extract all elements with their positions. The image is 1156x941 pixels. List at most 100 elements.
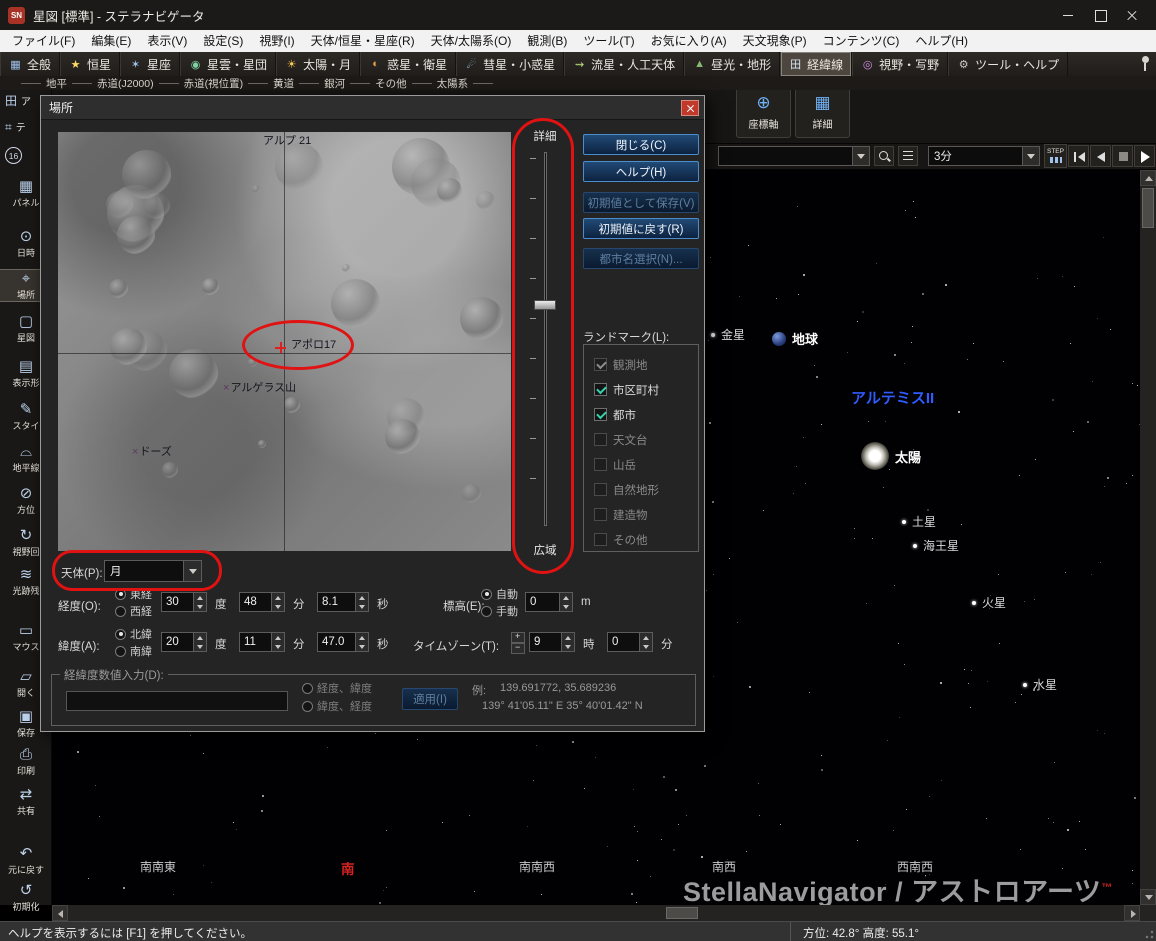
elevation-manual-radio[interactable]: 手動 xyxy=(481,604,518,618)
coord-entry-input[interactable] xyxy=(66,691,288,711)
longitude-sec-input[interactable]: 8.1 xyxy=(317,592,369,612)
minus-button[interactable] xyxy=(511,643,525,654)
spinner[interactable] xyxy=(193,633,206,651)
menu-item-11[interactable]: 天文現象(P) xyxy=(735,30,815,52)
elevation-auto-radio[interactable]: 自動 xyxy=(481,587,518,601)
latitude-deg-input[interactable]: 20 xyxy=(161,632,207,652)
time-back-fast-button[interactable] xyxy=(1068,145,1089,167)
menu-item-13[interactable]: ヘルプ(H) xyxy=(907,30,976,52)
toolbar-button-constellation[interactable]: ✶星座 xyxy=(120,52,180,76)
timezone-min-input[interactable]: 0 xyxy=(607,632,653,652)
dialog-close-button[interactable] xyxy=(681,100,699,116)
landmark-checkbox-1[interactable]: 観測地 xyxy=(594,352,698,377)
help-button[interactable]: ヘルプ(H) xyxy=(583,161,699,182)
apply-button[interactable]: 適用(I) xyxy=(402,688,458,710)
spinner[interactable] xyxy=(193,593,206,611)
latitude-north-radio[interactable]: 北緯 xyxy=(115,627,152,641)
minimize-button[interactable] xyxy=(1052,0,1084,30)
latitude-min-input[interactable]: 11 xyxy=(239,632,285,652)
latitude-south-radio[interactable]: 南緯 xyxy=(115,644,152,658)
toolbar-button-window[interactable]: ▦全般 xyxy=(0,52,60,76)
timezone-hour-input[interactable]: 9 xyxy=(529,632,575,652)
time-back-button[interactable] xyxy=(1090,145,1111,167)
toolbar-button-gear[interactable]: ⚙ツール・ヘルプ xyxy=(948,52,1068,76)
spinner[interactable] xyxy=(355,633,368,651)
celestial-object[interactable]: 土星 xyxy=(902,513,936,530)
landmark-checkbox-8[interactable]: その他 xyxy=(594,527,698,552)
dialog-titlebar[interactable]: 場所 xyxy=(41,96,704,120)
sidebar-item-17[interactable]: ⎙印刷 xyxy=(0,746,52,777)
menu-item-7[interactable]: 天体/太陽系(O) xyxy=(423,30,520,52)
landmark-checkbox-5[interactable]: 山岳 xyxy=(594,452,698,477)
sub-toolbar-item[interactable]: その他 xyxy=(375,76,407,91)
sidebar-item-19[interactable]: ↶元に戻す xyxy=(0,845,52,876)
celestial-object[interactable]: 海王星 xyxy=(913,537,959,554)
menu-item-9[interactable]: ツール(T) xyxy=(575,30,642,52)
coordinate-axes-button[interactable]: ⊕ 座標軸 xyxy=(736,88,791,138)
menu-item-5[interactable]: 視野(I) xyxy=(251,30,302,52)
body-select[interactable]: 月 xyxy=(104,560,202,582)
menu-item-12[interactable]: コンテンツ(C) xyxy=(815,30,908,52)
landmark-checkbox-6[interactable]: 自然地形 xyxy=(594,477,698,502)
horizontal-scroll-thumb[interactable] xyxy=(666,907,698,919)
reset-default-button[interactable]: 初期値に戻す(R) xyxy=(583,218,699,239)
order-lon-lat-radio[interactable]: 経度、緯度 xyxy=(302,681,372,695)
toolbar-button-comet[interactable]: ☄彗星・小惑星 xyxy=(456,52,564,76)
menu-item-10[interactable]: お気に入り(A) xyxy=(643,30,735,52)
moon-surface-map[interactable]: アルプ 21アポロ17×アルゲラス山×ドーズ xyxy=(58,132,511,551)
scroll-left-button[interactable] xyxy=(52,905,68,921)
object-search-combobox[interactable] xyxy=(718,146,870,166)
scroll-up-button[interactable] xyxy=(1140,170,1156,186)
spinner[interactable] xyxy=(355,593,368,611)
sub-toolbar-item[interactable]: 銀河 xyxy=(324,76,345,91)
maximize-button[interactable] xyxy=(1084,0,1116,30)
menu-item-1[interactable]: ファイル(F) xyxy=(4,30,83,52)
spinner[interactable] xyxy=(271,633,284,651)
spinner[interactable] xyxy=(561,633,574,651)
menu-item-8[interactable]: 観測(B) xyxy=(519,30,575,52)
celestial-object[interactable]: 水星 xyxy=(1023,676,1057,693)
toolbar-button-grid[interactable]: 田経緯線 xyxy=(780,52,852,76)
sub-toolbar-item[interactable]: 黄道 xyxy=(273,76,294,91)
search-button[interactable] xyxy=(874,146,894,166)
sub-toolbar-item[interactable]: 太陽系 xyxy=(437,76,469,91)
zoom-slider-handle[interactable] xyxy=(534,300,556,310)
scroll-down-button[interactable] xyxy=(1140,889,1156,905)
scroll-right-button[interactable] xyxy=(1124,905,1140,921)
spinner[interactable] xyxy=(559,593,572,611)
celestial-object[interactable]: 金星 xyxy=(711,326,745,343)
combobox-dropdown-icon[interactable] xyxy=(852,147,869,165)
toolbar-button-meteor[interactable]: ⇝流星・人工天体 xyxy=(564,52,684,76)
landmark-checkbox-3[interactable]: 都市 xyxy=(594,402,698,427)
step-mode-button[interactable]: STEP xyxy=(1044,144,1067,168)
menu-item-6[interactable]: 天体/恒星・星座(R) xyxy=(303,30,423,52)
menu-item-3[interactable]: 表示(V) xyxy=(139,30,195,52)
longitude-west-radio[interactable]: 西経 xyxy=(115,604,152,618)
sub-toolbar-item[interactable]: 赤道(J2000) xyxy=(97,76,154,91)
order-lat-lon-radio[interactable]: 緯度、経度 xyxy=(302,699,372,713)
landmark-checkbox-7[interactable]: 建造物 xyxy=(594,502,698,527)
toolbar-button-star[interactable]: ★恒星 xyxy=(60,52,120,76)
pin-icon[interactable] xyxy=(1140,56,1150,74)
toolbar-button-terrain[interactable]: ▲昼光・地形 xyxy=(684,52,780,76)
vertical-scroll-thumb[interactable] xyxy=(1142,188,1154,228)
toolbar-button-fov[interactable]: ◎視野・写野 xyxy=(852,52,948,76)
time-step-combobox[interactable]: 3分 xyxy=(928,146,1040,166)
sub-toolbar-item[interactable]: 地平 xyxy=(46,76,67,91)
body-dropdown-icon[interactable] xyxy=(183,561,201,581)
spinner[interactable] xyxy=(271,593,284,611)
landmark-checkbox-2[interactable]: 市区町村 xyxy=(594,377,698,402)
spinner[interactable] xyxy=(639,633,652,651)
celestial-object[interactable]: 地球 xyxy=(772,329,818,348)
elevation-input[interactable]: 0 xyxy=(525,592,573,612)
sidebar-item-20[interactable]: ↺初期化 xyxy=(0,882,52,913)
zoom-slider-track[interactable] xyxy=(544,152,547,526)
detail-settings-button[interactable]: ▦ 詳細 xyxy=(795,88,850,138)
time-play-button[interactable] xyxy=(1134,145,1155,167)
toolbar-button-sun-moon[interactable]: ☀太陽・月 xyxy=(276,52,360,76)
toolbar-button-nebula[interactable]: ◉星雲・星団 xyxy=(180,52,276,76)
menu-item-2[interactable]: 編集(E) xyxy=(83,30,139,52)
longitude-deg-input[interactable]: 30 xyxy=(161,592,207,612)
celestial-object[interactable]: 火星 xyxy=(972,594,1006,611)
close-dialog-button[interactable]: 閉じる(C) xyxy=(583,134,699,155)
